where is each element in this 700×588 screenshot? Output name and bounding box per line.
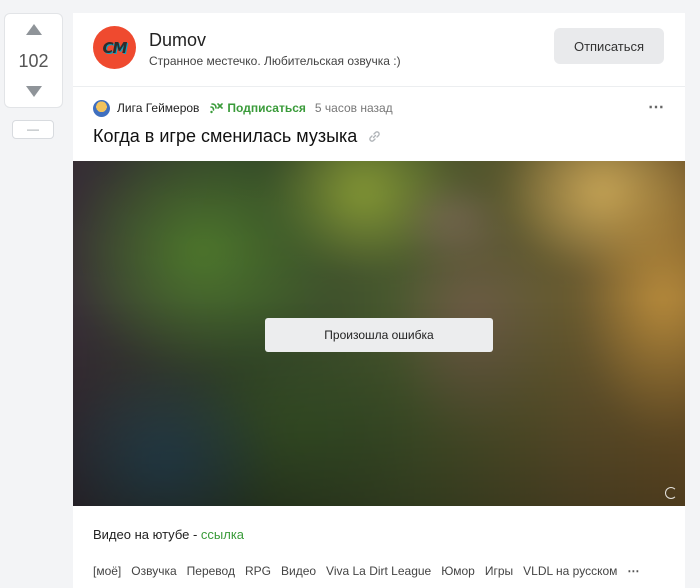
tag-item[interactable]: RPG — [245, 564, 271, 578]
vote-up-icon[interactable] — [25, 24, 42, 35]
tags-more-icon[interactable]: ⋯ — [627, 564, 640, 578]
vote-panel: 102 — [4, 13, 63, 108]
tag-item[interactable]: Юмор — [441, 564, 475, 578]
video-error-message: Произошла ошибка — [265, 318, 493, 352]
tag-item[interactable]: [моё] — [93, 564, 121, 578]
post-card: CM Dumov Странное местечко. Любительская… — [73, 13, 685, 588]
vote-down-icon[interactable] — [25, 86, 42, 97]
tag-item[interactable]: VLDL на русском — [523, 564, 617, 578]
minus-button[interactable]: — — [12, 120, 54, 139]
subscribe-icon — [210, 102, 224, 114]
loading-spinner-icon — [665, 487, 677, 499]
subscribe-link[interactable]: Подписаться — [210, 101, 306, 115]
unsubscribe-button[interactable]: Отписаться — [554, 28, 664, 64]
more-dots-icon[interactable]: ⋯ — [648, 97, 665, 117]
author-name[interactable]: Лига Геймеров — [117, 101, 199, 115]
community-description: Странное местечко. Любительская озвучка … — [149, 54, 401, 68]
tag-item[interactable]: Озвучка — [131, 564, 176, 578]
post-time: 5 часов назад — [314, 101, 393, 115]
post-meta: Лига Геймеров Подписаться 5 часов назад … — [93, 99, 665, 117]
video-note-text: Видео на ютубе - — [93, 527, 201, 542]
community-avatar-text: CM — [102, 38, 128, 57]
video-note: Видео на ютубе - ссылка — [93, 527, 244, 542]
community-avatar[interactable]: CM — [93, 26, 136, 69]
author-avatar[interactable] — [93, 99, 110, 117]
subscribe-label: Подписаться — [227, 101, 306, 115]
tag-item[interactable]: Viva La Dirt League — [326, 564, 431, 578]
post-title: Когда в игре сменилась музыка — [93, 126, 381, 147]
link-icon[interactable] — [368, 130, 381, 143]
tag-item[interactable]: Перевод — [187, 564, 235, 578]
video-player[interactable]: Произошла ошибка — [73, 161, 685, 506]
tag-item[interactable]: Игры — [485, 564, 513, 578]
community-name[interactable]: Dumov — [149, 30, 206, 51]
video-link[interactable]: ссылка — [201, 527, 244, 542]
tag-item[interactable]: Видео — [281, 564, 316, 578]
tags-list: [моё] Озвучка Перевод RPG Видео Viva La … — [93, 564, 640, 578]
community-header: CM Dumov Странное местечко. Любительская… — [73, 13, 685, 87]
vote-count: 102 — [18, 51, 49, 71]
post-title-text[interactable]: Когда в игре сменилась музыка — [93, 126, 357, 147]
